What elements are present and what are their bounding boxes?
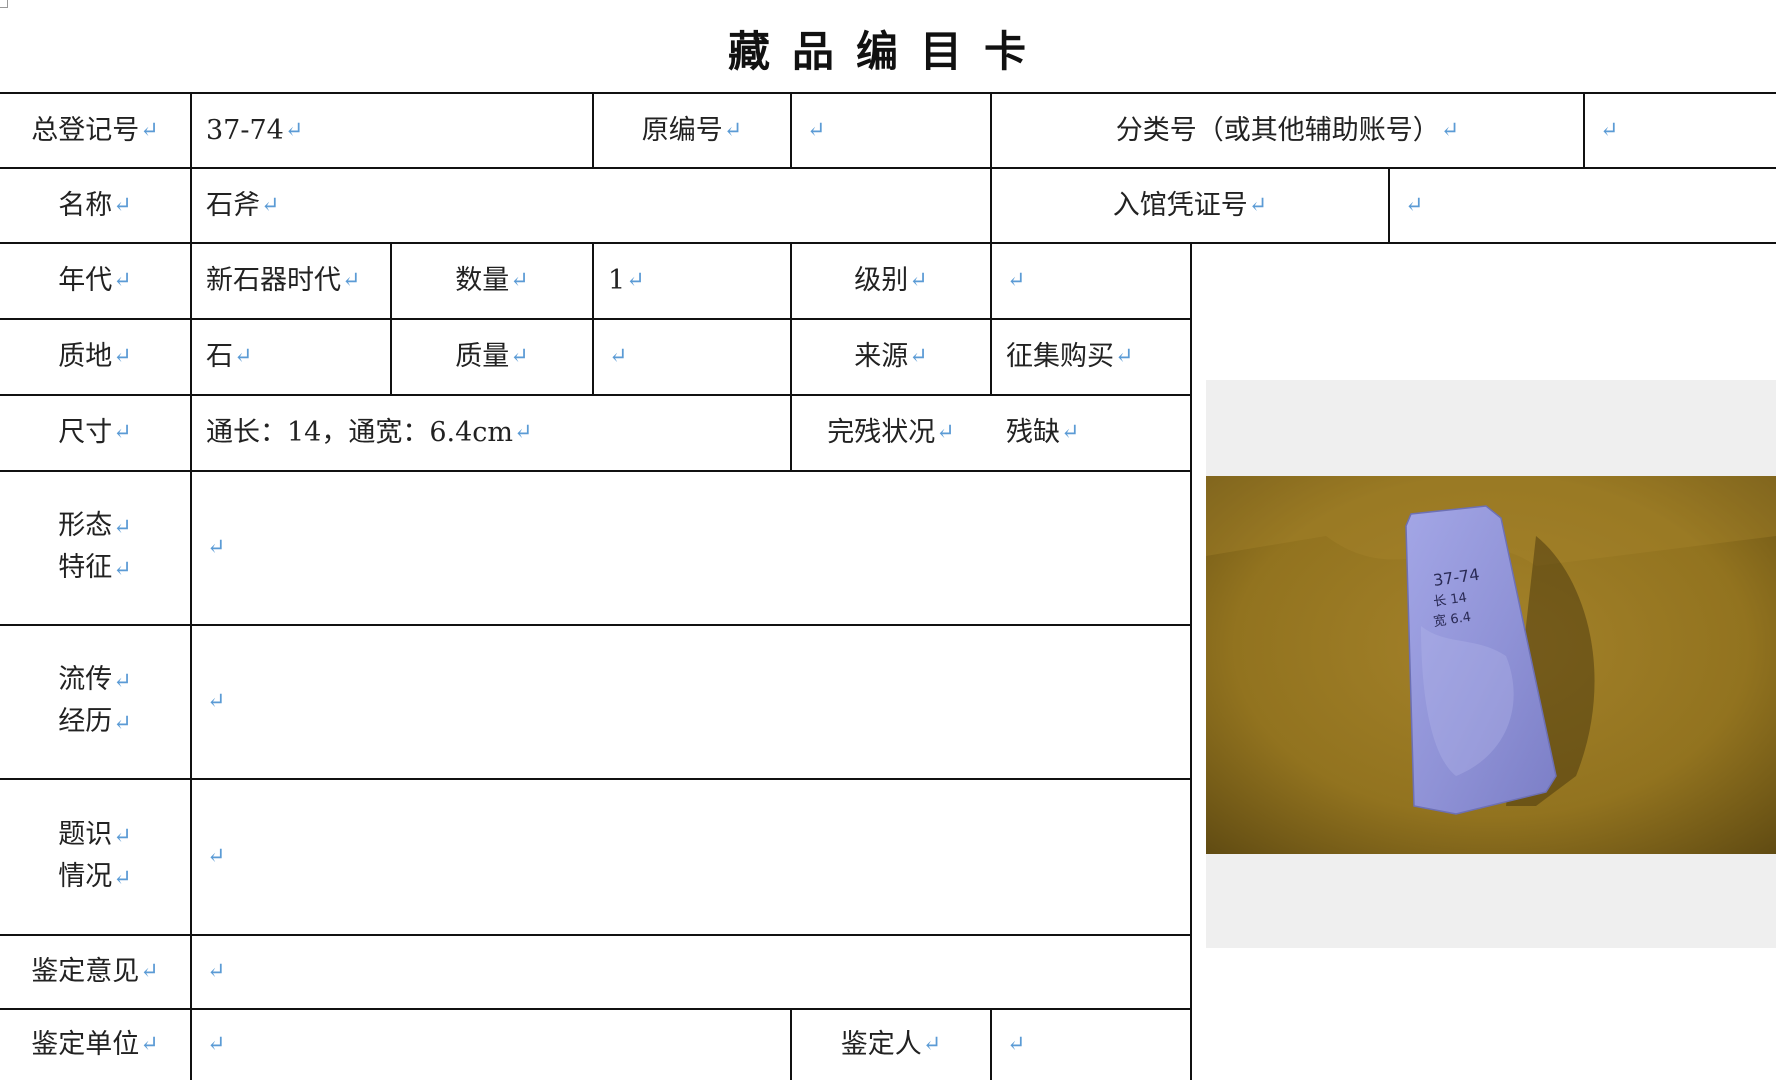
appraiser-label: 鉴定人 ↵ bbox=[840, 1029, 942, 1060]
morphology-label: 形态↵ 特征↵ bbox=[58, 510, 132, 583]
material-field[interactable]: 石 ↵ bbox=[192, 320, 390, 394]
registration-no-field[interactable]: 37-74 ↵ bbox=[192, 94, 592, 167]
appraisal-opinion-label: 鉴定意见 ↵ bbox=[31, 956, 159, 987]
appraisal-opinion-field[interactable]: ↵ bbox=[192, 936, 1190, 1008]
original-no-field[interactable]: ↵ bbox=[792, 94, 990, 167]
classification-no-field[interactable]: ↵ bbox=[1585, 94, 1769, 167]
grade-field[interactable]: ↵ bbox=[992, 244, 1190, 318]
appraiser-field[interactable]: ↵ bbox=[992, 1010, 1190, 1080]
morphology-field[interactable]: ↵ bbox=[192, 472, 1190, 624]
mass-label: 质量 ↵ bbox=[455, 341, 529, 372]
quantity-field[interactable]: 1 ↵ bbox=[594, 244, 790, 318]
registration-no-label: 总登记号 ↵ bbox=[31, 114, 159, 146]
condition-field[interactable]: 残缺 ↵ bbox=[992, 396, 1190, 470]
material-label: 质地 ↵ bbox=[58, 341, 132, 372]
source-label: 来源 ↵ bbox=[854, 341, 928, 372]
mass-field[interactable]: ↵ bbox=[594, 320, 790, 394]
artifact-photo[interactable]: 37-74 长 14 宽 6.4 bbox=[1206, 476, 1776, 854]
page-corner-mark bbox=[0, 0, 8, 8]
grade-label: 级别 ↵ bbox=[854, 265, 928, 296]
dimensions-label: 尺寸 ↵ bbox=[58, 417, 132, 448]
quantity-label: 数量 ↵ bbox=[455, 265, 529, 296]
appraisal-unit-label: 鉴定单位 ↵ bbox=[31, 1029, 159, 1060]
accession-voucher-no-field[interactable]: ↵ bbox=[1390, 169, 1764, 242]
source-field[interactable]: 征集购买 ↵ bbox=[992, 320, 1190, 394]
era-label: 年代 ↵ bbox=[58, 265, 132, 296]
provenance-field[interactable]: ↵ bbox=[192, 626, 1190, 778]
condition-label: 完残状况 ↵ bbox=[827, 417, 955, 448]
classification-no-label: 分类号（或其他辅助账号） ↵ bbox=[1115, 114, 1460, 146]
accession-voucher-no-label: 入馆凭证号 ↵ bbox=[1112, 189, 1268, 221]
name-field[interactable]: 石斧 ↵ bbox=[192, 169, 990, 242]
dimensions-field[interactable]: 通长：14，通宽：6.4cm ↵ bbox=[192, 396, 790, 470]
inscriptions-label: 题识↵ 情况↵ bbox=[58, 819, 132, 892]
inscriptions-field[interactable]: ↵ bbox=[192, 780, 1190, 934]
appraisal-unit-field[interactable]: ↵ bbox=[192, 1010, 790, 1080]
era-field[interactable]: 新石器时代 ↵ bbox=[192, 244, 390, 318]
name-label: 名称 ↵ bbox=[58, 189, 132, 221]
provenance-label: 流传↵ 经历↵ bbox=[58, 664, 132, 737]
card-title: 藏品编目卡 bbox=[727, 27, 1048, 76]
original-no-label: 原编号 ↵ bbox=[641, 114, 743, 146]
